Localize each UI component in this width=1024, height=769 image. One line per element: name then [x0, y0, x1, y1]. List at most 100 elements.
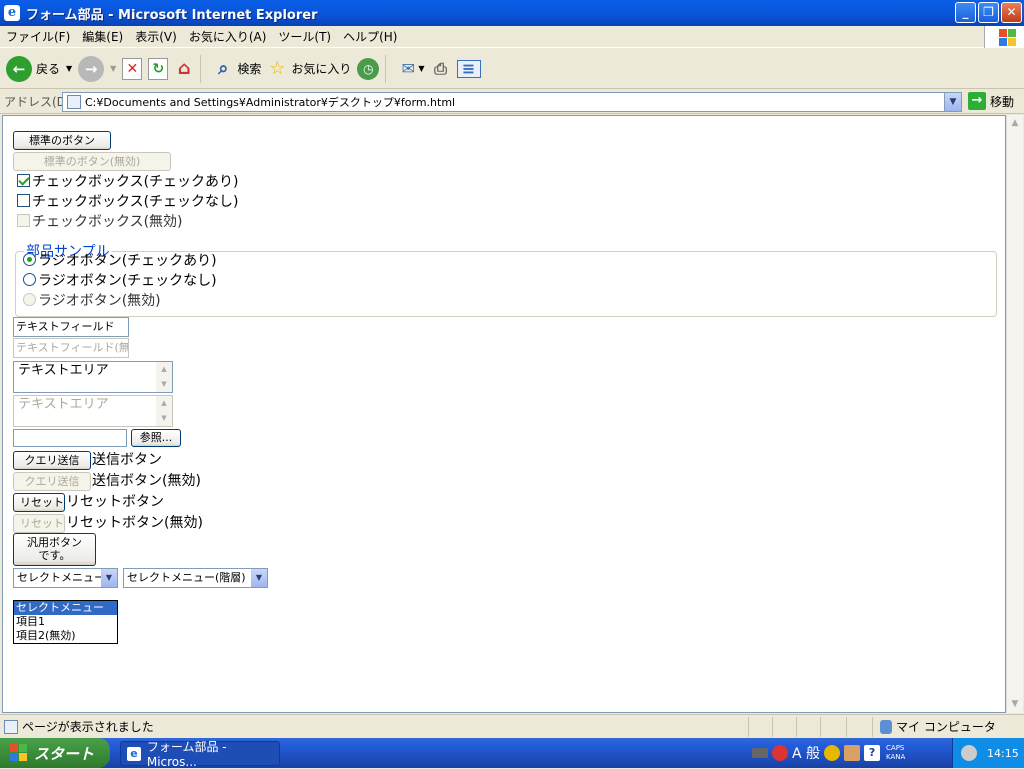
select-menu[interactable]: セレクトメニュー ▼ [13, 568, 118, 588]
scroll-up-icon[interactable]: ▲ [1007, 115, 1023, 132]
taskbar: スタート e フォーム部品 - Micros... A 般 ? CAPS KAN… [0, 738, 1024, 769]
checkbox-checked[interactable] [17, 174, 30, 187]
menu-tools[interactable]: ツール(T) [272, 28, 337, 45]
zone-label: マイ コンピュータ [896, 720, 996, 734]
address-url: C:¥Documents and Settings¥Administrator¥… [85, 96, 456, 109]
keyboard-icon[interactable] [752, 748, 768, 758]
reset-button[interactable]: リセット [13, 493, 65, 512]
status-bar: ページが表示されました マイ コンピュータ [0, 714, 1024, 738]
my-computer-icon [880, 719, 892, 734]
address-label: アドレス(D) [4, 95, 71, 109]
taskbar-ie-window[interactable]: e フォーム部品 - Micros... [120, 740, 280, 769]
print-button[interactable]: ⎙ [431, 52, 451, 86]
go-label: 移動 [990, 94, 1015, 109]
chevron-down-icon[interactable]: ▼ [101, 569, 117, 587]
mail-dropdown-icon[interactable]: ▼ [418, 64, 424, 73]
ime-mode[interactable]: A 般 [792, 743, 820, 763]
scroll-up-icon[interactable]: ▲ [156, 362, 172, 377]
checkbox-unchecked[interactable] [17, 194, 30, 207]
scroll-down-icon[interactable]: ▼ [156, 377, 172, 392]
textarea[interactable]: テキストエリア ▲ ▼ [13, 361, 173, 393]
back-dropdown-icon[interactable]: ▼ [66, 64, 72, 73]
scroll-down-icon: ▼ [161, 414, 167, 422]
address-input[interactable]: C:¥Documents and Settings¥Administrator¥… [62, 92, 962, 112]
submit-button[interactable]: クエリ送信 [13, 451, 91, 470]
refresh-icon: ↻ [148, 57, 169, 80]
menu-favorites[interactable]: お気に入り(A) [183, 28, 273, 45]
text-field-disabled: テキストフィールド(無効) [13, 338, 129, 358]
clock[interactable]: 14:15 [987, 747, 1019, 760]
select-menu-grouped-value: セレクトメニュー(階層) [127, 571, 246, 584]
generic-button[interactable]: 汎用ボタン です。 [13, 533, 96, 566]
ime-language-icon[interactable] [772, 745, 788, 761]
minimize-button[interactable]: _ [955, 2, 976, 23]
address-bar: アドレス(D) C:¥Documents and Settings¥Admini… [0, 90, 1024, 114]
ime-tools-icon[interactable] [844, 745, 861, 761]
radio-disabled [23, 293, 36, 306]
select-menu-grouped[interactable]: セレクトメニュー(階層) ▼ [123, 568, 268, 588]
edit-button[interactable]: ≡ [456, 52, 481, 86]
back-label: 戻る [36, 62, 61, 76]
menu-view[interactable]: 表示(V) [129, 28, 183, 45]
file-path-input[interactable] [13, 429, 127, 447]
textarea-scrollbar[interactable]: ▲ ▼ [156, 362, 172, 392]
back-button[interactable]: ← 戻る ▼ [6, 52, 72, 86]
stop-icon: ✕ [122, 57, 143, 80]
reset-button-disabled: リセット [13, 514, 65, 533]
volume-icon[interactable] [961, 745, 977, 761]
menu-file[interactable]: ファイル(F) [0, 28, 76, 45]
search-icon: ⌕ [218, 58, 229, 79]
menu-edit[interactable]: 編集(E) [76, 28, 129, 45]
radio-unchecked[interactable] [23, 273, 36, 286]
select-menu-value: セレクトメニュー [17, 571, 105, 584]
checkbox-disabled [17, 214, 30, 227]
standard-button[interactable]: 標準のボタン [13, 131, 111, 150]
ie-task-icon: e [127, 746, 141, 761]
close-button[interactable]: ✕ [1001, 2, 1022, 23]
refresh-button[interactable]: ↻ [148, 52, 169, 86]
ime-pad-icon[interactable] [824, 745, 841, 761]
status-text: ページが表示されました [22, 720, 154, 734]
submit-label: 送信ボタン [92, 452, 162, 468]
radio-checked[interactable] [23, 253, 36, 266]
address-dropdown-icon[interactable]: ▼ [944, 93, 961, 111]
mail-button[interactable]: ✉ ▼ [398, 52, 425, 86]
page-scrollbar[interactable]: ▲ ▼ [1006, 115, 1023, 713]
menu-help[interactable]: ヘルプ(H) [337, 28, 403, 45]
select-option[interactable]: セレクトメニュー [14, 601, 117, 615]
ie-window: e フォーム部品 - Microsoft Internet Explorer _… [0, 0, 1024, 738]
go-arrow-icon: → [968, 92, 986, 110]
history-button[interactable]: ◷ [357, 52, 380, 86]
select-option[interactable]: 項目2(無効) [14, 629, 117, 643]
forward-arrow-icon: → [78, 55, 105, 82]
text-field[interactable]: テキストフィールド [13, 317, 129, 337]
title-bar[interactable]: e フォーム部品 - Microsoft Internet Explorer _… [0, 0, 1024, 26]
maximize-button[interactable]: ❐ [978, 2, 999, 23]
status-divider [796, 717, 797, 737]
scroll-down-icon[interactable]: ▼ [1007, 696, 1023, 713]
favorites-label: お気に入り [291, 62, 352, 76]
favorites-button[interactable]: ☆ お気に入り [267, 52, 351, 86]
checkbox-disabled-label: チェックボックス(無効) [32, 214, 183, 230]
toolbar-separator [200, 54, 202, 83]
browse-button[interactable]: 参照... [131, 429, 181, 447]
start-button[interactable]: スタート [0, 738, 110, 768]
select-option[interactable]: 項目1 [14, 615, 117, 629]
submit-button-disabled: クエリ送信 [13, 472, 91, 491]
standard-button-disabled: 標準のボタン(無効) [13, 152, 171, 171]
chevron-down-icon[interactable]: ▼ [251, 569, 267, 587]
textarea-disabled-scrollbar: ▲ ▼ [156, 396, 172, 426]
mail-icon: ✉ [401, 59, 416, 78]
star-icon: ☆ [269, 58, 286, 79]
forward-dropdown-icon[interactable]: ▼ [110, 64, 116, 73]
go-button[interactable]: → 移動 [968, 92, 1014, 110]
generic-button-line2: です。 [38, 549, 71, 562]
taskbar-task-label: フォーム部品 - Micros... [146, 740, 227, 769]
stop-button[interactable]: ✕ [122, 52, 143, 86]
help-icon[interactable]: ? [864, 745, 881, 761]
caps-indicator: CAPS [886, 744, 905, 752]
home-button[interactable]: ⌂ [174, 52, 194, 86]
search-button[interactable]: ⌕ 検索 [213, 52, 261, 86]
search-label: 検索 [237, 62, 262, 76]
forward-button[interactable]: → ▼ [78, 52, 116, 86]
